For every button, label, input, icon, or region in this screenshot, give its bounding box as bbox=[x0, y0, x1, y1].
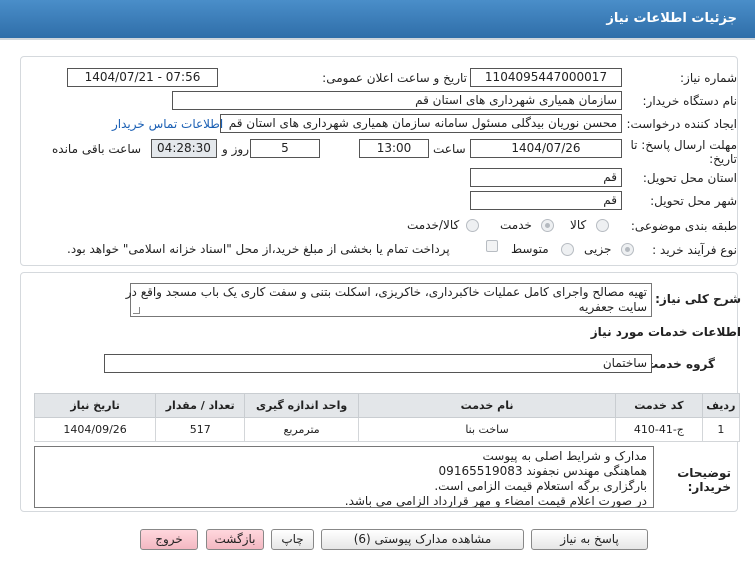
cell-unit: مترمربع bbox=[244, 417, 359, 442]
print-button[interactable]: چاپ bbox=[271, 529, 314, 550]
city-label: شهر محل تحویل: bbox=[650, 194, 737, 208]
buyer-field: سازمان همیاری شهرداری های استان قم bbox=[172, 91, 622, 110]
category-label: طبقه بندی موضوعی: bbox=[630, 219, 737, 233]
table-row: 1 ج-41-410 ساخت بنا مترمربع 517 1404/09/… bbox=[33, 417, 741, 442]
creator-label: ایجاد کننده درخواست: bbox=[626, 117, 737, 131]
col-date-header: تاریخ نیاز bbox=[33, 393, 157, 418]
deadline-label: مهلت ارسال پاسخ: تا bbox=[630, 138, 737, 152]
title-bar: جزئیات اطلاعات نیاز bbox=[0, 0, 755, 40]
buyer-notes-label-1: توضیحات bbox=[677, 466, 731, 480]
col-qty-header: تعداد / مقدار bbox=[155, 393, 246, 418]
need-number-label: شماره نیاز: bbox=[680, 71, 737, 85]
category-service-label: خدمت bbox=[500, 218, 532, 232]
buyer-label: نام دستگاه خریدار: bbox=[642, 94, 738, 108]
cell-name: ساخت بنا bbox=[357, 417, 617, 442]
time-remaining-label: ساعت باقی مانده bbox=[52, 142, 142, 156]
time-remaining-field: 04:28:30 bbox=[151, 139, 217, 158]
buyer-notes-label-2: خریدار: bbox=[687, 480, 731, 494]
col-name-header: نام خدمت bbox=[357, 393, 617, 418]
services-table: ردیف کد خدمت نام خدمت واحد اندازه گیری ت… bbox=[33, 393, 741, 442]
province-label: استان محل تحویل: bbox=[642, 171, 737, 185]
treasury-payment-checkbox[interactable] bbox=[486, 240, 498, 252]
description-field: تهیه مصالح واجرای کامل عملیات خاکبرداری،… bbox=[125, 283, 652, 317]
city-field: قم bbox=[470, 191, 622, 210]
days-label: روز و bbox=[222, 142, 249, 156]
category-goods-radio[interactable] bbox=[596, 219, 609, 232]
description-label: شرح کلی نیاز: bbox=[655, 292, 741, 306]
description-line-1: تهیه مصالح واجرای کامل عملیات خاکبرداری،… bbox=[125, 285, 647, 299]
province-field: قم bbox=[470, 168, 622, 187]
buyer-note-line: مدارک و شرایط اصلی به پیوست bbox=[482, 449, 647, 463]
deadline-time-field: 13:00 bbox=[359, 139, 429, 158]
process-medium-radio[interactable] bbox=[561, 243, 574, 256]
back-button[interactable]: بازگشت bbox=[206, 529, 264, 550]
buyer-note-line: هماهنگی مهندس نجفوند 09165519083 bbox=[438, 464, 647, 478]
category-goods-service-label: کالا/خدمت bbox=[407, 218, 460, 232]
need-info-panel bbox=[20, 56, 738, 266]
service-group-field: ساختمان bbox=[104, 354, 652, 373]
cell-date: 1404/09/26 bbox=[33, 417, 157, 442]
col-code-header: کد خدمت bbox=[615, 393, 703, 418]
reply-button[interactable]: پاسخ به نیاز bbox=[531, 529, 648, 550]
category-goods-service-radio[interactable] bbox=[466, 219, 479, 232]
services-heading: اطلاعات خدمات مورد نیاز bbox=[590, 325, 741, 339]
category-goods-label: کالا bbox=[570, 218, 587, 232]
description-line-2: سایت جعفریه bbox=[578, 300, 647, 314]
creator-field: محسن نوریان بیدگلی مسئول سامانه سازمان ه… bbox=[220, 114, 622, 133]
window-title: جزئیات اطلاعات نیاز bbox=[606, 11, 737, 26]
category-service-radio[interactable] bbox=[541, 219, 554, 232]
col-unit-header: واحد اندازه گیری bbox=[244, 393, 359, 418]
view-attachments-button[interactable]: مشاهده مدارک پیوستی (6) bbox=[321, 529, 524, 550]
deadline-label-date: تاریخ: bbox=[709, 152, 737, 166]
days-remaining-field: 5 bbox=[250, 139, 320, 158]
treasury-payment-note: پرداخت تمام یا بخشی از مبلغ خرید،از محل … bbox=[67, 242, 450, 256]
need-number-field: 1104095447000017 bbox=[470, 68, 622, 87]
deadline-time-label: ساعت bbox=[433, 142, 466, 156]
service-group-label: گروه خدمت: bbox=[641, 357, 715, 371]
resize-handle[interactable] bbox=[133, 307, 140, 314]
process-label: نوع فرآیند خرید : bbox=[652, 243, 737, 257]
cell-row: 1 bbox=[701, 417, 741, 442]
buyer-note-line: بارگزاری برگه استعلام قیمت الزامی است. bbox=[434, 479, 647, 493]
buyer-notes-field: مدارک و شرایط اصلی به پیوست هماهنگی مهند… bbox=[34, 446, 654, 508]
col-row-header: ردیف bbox=[701, 393, 741, 418]
table-header-row: ردیف کد خدمت نام خدمت واحد اندازه گیری ت… bbox=[33, 393, 741, 418]
process-minor-radio[interactable] bbox=[621, 243, 634, 256]
announce-date-field: 1404/07/21 - 07:56 bbox=[67, 68, 218, 87]
cell-qty: 517 bbox=[155, 417, 246, 442]
cell-code: ج-41-410 bbox=[615, 417, 703, 442]
deadline-date-field: 1404/07/26 bbox=[470, 139, 622, 158]
exit-button[interactable]: خروج bbox=[140, 529, 198, 550]
buyer-note-line: در صورت اعلام قیمت امضاء و مهر قرارداد ا… bbox=[344, 494, 647, 508]
announce-date-label: تاریخ و ساعت اعلان عمومی: bbox=[322, 71, 467, 85]
process-minor-label: جزیی bbox=[584, 242, 612, 256]
buyer-contact-link[interactable]: اطلاعات تماس خریدار bbox=[112, 117, 223, 131]
process-medium-label: متوسط bbox=[511, 242, 549, 256]
